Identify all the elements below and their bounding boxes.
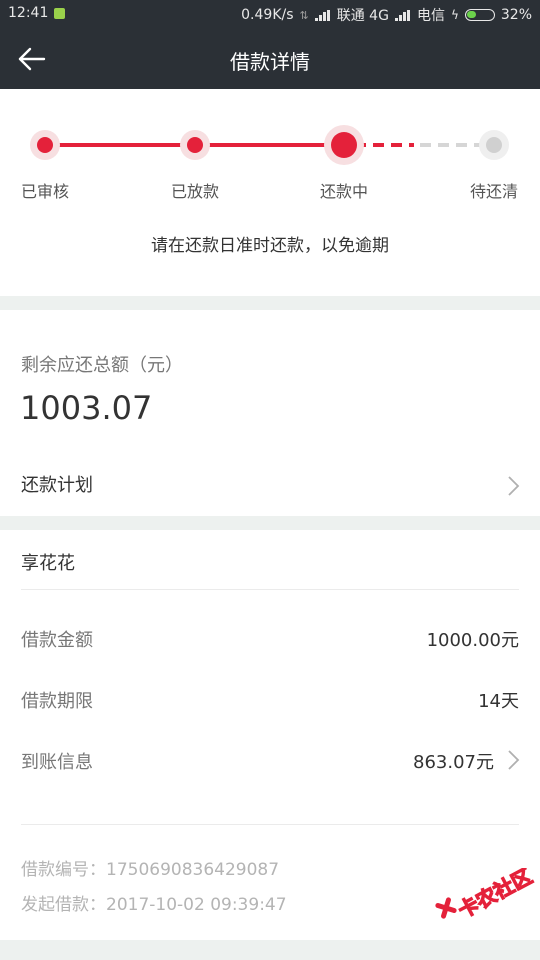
repayment-plan-row[interactable]: 还款计划 — [0, 455, 540, 515]
section-gap — [0, 516, 540, 530]
loan-term-label: 借款期限 — [21, 691, 93, 712]
repayment-plan-label: 还款计划 — [21, 475, 93, 496]
page-title: 借款详情 — [230, 50, 310, 74]
arrival-info-value: 863.07元 — [413, 752, 494, 773]
divider — [21, 589, 519, 590]
step-to-settle: 待还清 — [469, 182, 518, 201]
charging-icon: ϟ — [450, 8, 459, 22]
carrier-1: 联通 4G — [336, 8, 389, 24]
watermark-logo: 卡农社区 — [432, 863, 537, 928]
battery-percent: 32% — [500, 7, 532, 23]
loan-progress: 已审核 已放款 还款中 待还清 请在还款日准时还款，以免逾期 — [0, 89, 540, 296]
watermark-text: 卡农社区 — [454, 868, 536, 923]
section-gap — [0, 296, 540, 310]
progress-track — [30, 125, 509, 165]
step-repaying: 还款中 — [319, 182, 368, 201]
signal-icon — [314, 9, 331, 21]
remaining-label: 剩余应还总额（元） — [21, 355, 183, 376]
net-speed: 0.49K/s — [241, 7, 294, 23]
step-disbursed: 已放款 — [170, 182, 219, 201]
section-gap — [0, 940, 540, 960]
remaining-amount: 1003.07 — [20, 389, 153, 427]
data-arrows-icon: ⇅ — [299, 8, 309, 22]
loan-number: 借款编号：1750690836429087 — [21, 860, 280, 880]
status-bar: 12:41 0.49K/s ⇅ 联通 4G 电信 ϟ 32% — [0, 0, 540, 28]
app-header: 借款详情 — [0, 28, 540, 89]
loan-start-time: 发起借款：2017-10-02 09:39:47 — [21, 895, 287, 915]
signal-icon — [394, 9, 411, 21]
notification-icon — [54, 8, 65, 19]
product-name: 享花花 — [21, 553, 75, 574]
divider — [21, 824, 519, 825]
status-time: 12:41 — [8, 5, 49, 21]
arrival-info-label: 到账信息 — [21, 752, 93, 773]
chevron-right-icon — [508, 476, 520, 496]
repayment-notice: 请在还款日准时还款，以免逾期 — [151, 236, 389, 256]
carrier-2: 电信 — [416, 8, 445, 24]
arrival-info-row[interactable]: 到账信息 863.07元 — [0, 735, 540, 785]
loan-term-value: 14天 — [478, 691, 519, 712]
chevron-right-icon — [508, 750, 520, 770]
loan-amount-value: 1000.00元 — [426, 630, 519, 651]
step-reviewed: 已审核 — [20, 182, 69, 201]
status-right: 0.49K/s ⇅ 联通 4G 电信 ϟ 32% — [241, 5, 532, 25]
battery-icon — [464, 9, 495, 21]
loan-amount-label: 借款金额 — [21, 630, 93, 651]
